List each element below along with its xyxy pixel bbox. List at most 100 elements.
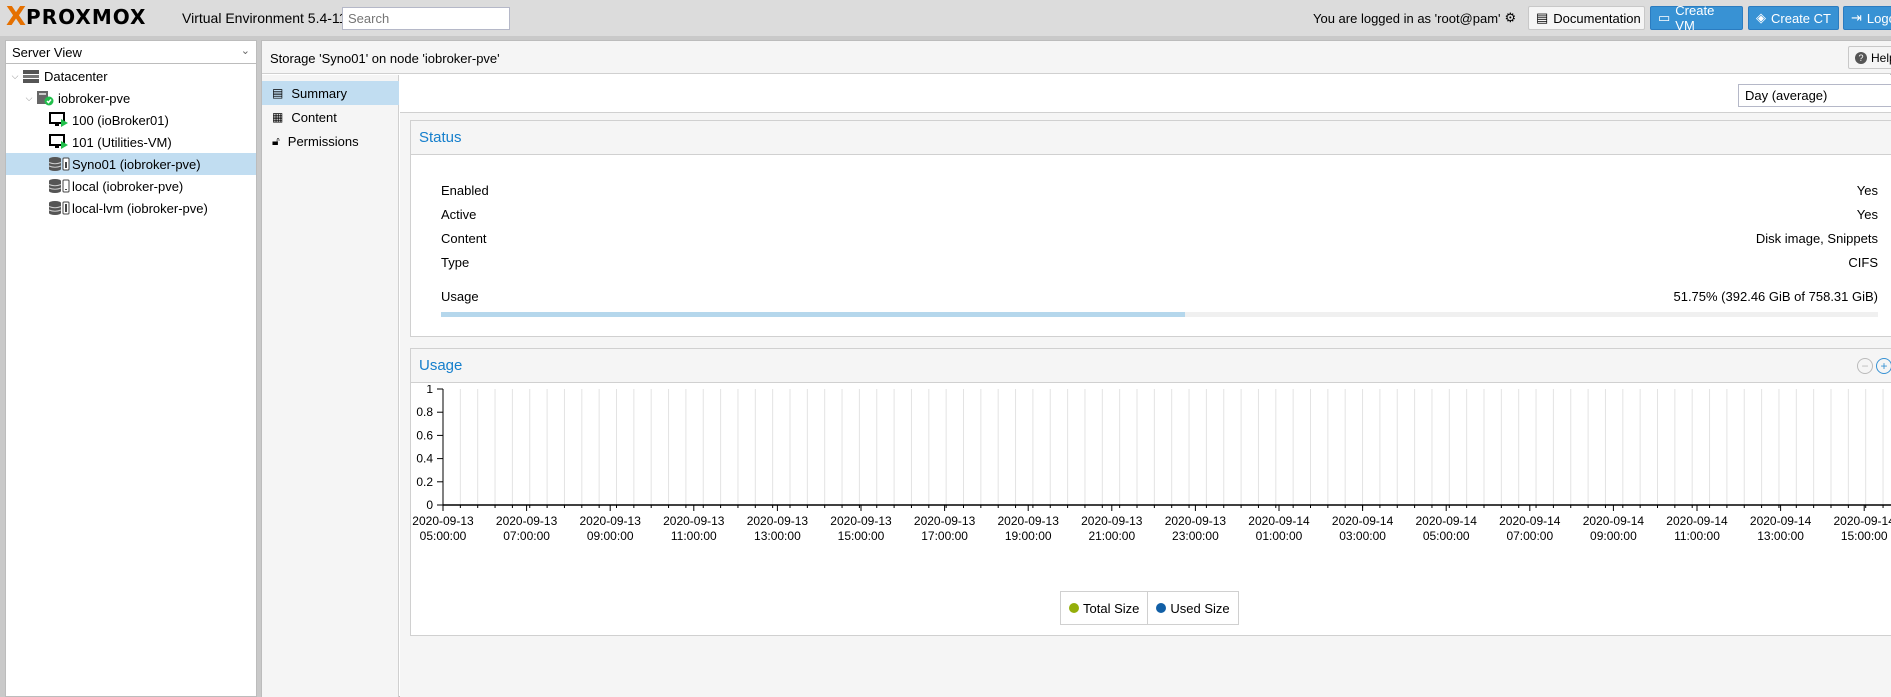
x-tick-label-time: 21:00:00: [1088, 529, 1135, 543]
timeframe-select[interactable]: Day (average): [1738, 84, 1891, 107]
vm-running-icon: [48, 134, 70, 150]
proxmox-logo-text: PROXMOX: [26, 5, 147, 29]
datacenter-icon: [20, 68, 42, 84]
tree-item-storage-syno01[interactable]: Syno01 (iobroker-pve): [6, 153, 256, 175]
tree-item-label: iobroker-pve: [58, 90, 131, 106]
x-tick-label-date: 2020-09-14: [1834, 514, 1891, 528]
collapse-icon[interactable]: ⌵: [24, 93, 34, 104]
create-vm-label: Create VM: [1675, 3, 1715, 33]
tab-summary[interactable]: ▤ Summary: [262, 81, 399, 105]
tree-item-storage-local-lvm[interactable]: local-lvm (iobroker-pve): [6, 197, 256, 219]
tree-item-label: 101 (Utilities-VM): [72, 134, 172, 150]
status-value: Yes: [1856, 207, 1878, 222]
y-tick-label: 0.8: [416, 405, 433, 419]
x-tick-label-time: 15:00:00: [1841, 529, 1888, 543]
usage-value: 51.75% (392.46 GiB of 758.31 GiB): [1673, 289, 1878, 304]
usage-panel-title: Usage: [411, 349, 1891, 383]
status-row-enabled: Enabled Yes: [441, 183, 1878, 198]
proxmox-x-icon: X: [6, 2, 27, 32]
x-tick-label-date: 2020-09-14: [1666, 514, 1728, 528]
chevron-down-icon[interactable]: ⌄: [241, 44, 250, 57]
x-tick-label-time: 13:00:00: [754, 529, 801, 543]
status-row-active: Active Yes: [441, 207, 1878, 222]
summary-toolbar: Day (average): [400, 75, 1891, 113]
legend-label: Total Size: [1083, 600, 1140, 616]
status-label: Type: [441, 255, 470, 270]
tree-item-label: local (iobroker-pve): [72, 178, 184, 194]
summary-content: Day (average) Status Enabled Yes Active …: [400, 75, 1891, 697]
x-tick-label-date: 2020-09-13: [580, 514, 642, 528]
resource-tree: Server View ⌄ ⌵ Datacenter ⌵ iobroker-pv…: [5, 40, 257, 697]
desktop-icon: ▭: [1658, 10, 1671, 25]
view-selector[interactable]: Server View ⌄: [6, 41, 256, 64]
top-bar: X PROXMOX Virtual Environment 5.4-11 You…: [0, 0, 1891, 36]
zoom-out-icon[interactable]: −: [1857, 358, 1873, 374]
tree-item-label: 100 (ioBroker01): [72, 112, 169, 128]
book-icon: ▤: [1536, 10, 1549, 25]
legend-item-used-size[interactable]: Used Size: [1147, 592, 1237, 624]
create-ct-button[interactable]: ◈ Create CT: [1748, 6, 1839, 30]
x-tick-label-date: 2020-09-13: [1165, 514, 1227, 528]
collapse-icon[interactable]: ⌵: [10, 71, 20, 82]
login-text: You are logged in as 'root@pam': [1313, 10, 1501, 26]
x-tick-label-time: 03:00:00: [1339, 529, 1386, 543]
y-tick-label: 0.6: [416, 428, 433, 442]
x-tick-label-time: 11:00:00: [1674, 529, 1720, 543]
tree-item-datacenter[interactable]: ⌵ Datacenter: [6, 65, 256, 87]
x-tick-label-time: 01:00:00: [1256, 529, 1303, 543]
main-header: Storage 'Syno01' on node 'iobroker-pve' …: [262, 41, 1891, 74]
create-ct-label: Create CT: [1771, 10, 1831, 26]
version-label: Virtual Environment 5.4-11: [182, 10, 347, 26]
status-row-usage: Usage 51.75% (392.46 GiB of 758.31 GiB): [441, 289, 1878, 304]
status-value: Disk image, Snippets: [1755, 231, 1878, 246]
status-value: Yes: [1856, 183, 1878, 198]
storage-icon: [48, 178, 70, 194]
view-selector-value: Server View: [12, 44, 82, 60]
login-info[interactable]: You are logged in as 'root@pam' ⚙: [1313, 10, 1516, 26]
status-label: Enabled: [441, 183, 489, 198]
x-tick-label-time: 15:00:00: [838, 529, 885, 543]
zoom-reset-icon[interactable]: +: [1876, 358, 1891, 374]
search-input[interactable]: [342, 7, 510, 30]
usage-progress-bar: [441, 312, 1878, 317]
x-tick-label-time: 09:00:00: [587, 529, 634, 543]
help-button[interactable]: ? Help: [1848, 46, 1891, 69]
node-icon: [34, 90, 56, 106]
chart-legend: Total Size Used Size: [1060, 591, 1239, 625]
x-tick-label-date: 2020-09-14: [1750, 514, 1812, 528]
grid-icon: ▦: [272, 110, 284, 124]
documentation-button[interactable]: ▤ Documentation: [1528, 6, 1645, 30]
tree-item-vm-101[interactable]: 101 (Utilities-VM): [6, 131, 256, 153]
x-tick-label-date: 2020-09-13: [663, 514, 725, 528]
status-panel: Status Enabled Yes Active Yes Content Di…: [410, 120, 1891, 337]
legend-item-total-size[interactable]: Total Size: [1061, 592, 1147, 624]
tab-content[interactable]: ▦ Content: [262, 105, 399, 129]
help-label: Help: [1871, 50, 1891, 65]
y-tick-label: 0.4: [416, 452, 433, 466]
x-tick-label-time: 23:00:00: [1172, 529, 1219, 543]
tree-item-storage-local[interactable]: local (iobroker-pve): [6, 175, 256, 197]
x-tick-label-time: 19:00:00: [1005, 529, 1052, 543]
create-vm-button[interactable]: ▭ Create VM: [1650, 3, 1743, 33]
gear-icon[interactable]: ⚙: [1505, 10, 1517, 26]
x-tick-label-time: 05:00:00: [1423, 529, 1470, 543]
status-row-type: Type CIFS: [441, 255, 1878, 270]
x-tick-label-time: 05:00:00: [420, 529, 467, 543]
tree-item-vm-100[interactable]: 100 (ioBroker01): [6, 109, 256, 131]
y-tick-label: 0.2: [416, 475, 433, 489]
logout-button[interactable]: ⇥ Logout: [1843, 6, 1891, 30]
legend-dot-used: [1156, 603, 1167, 613]
tab-label: Permissions: [287, 133, 359, 149]
proxmox-logo[interactable]: X PROXMOX: [6, 2, 147, 32]
cube-icon: ◈: [1756, 10, 1766, 25]
vm-running-icon: [48, 112, 70, 128]
tree-item-node[interactable]: ⌵ iobroker-pve: [6, 87, 256, 109]
logout-label: Logout: [1866, 10, 1891, 26]
book-icon: ▤: [272, 86, 284, 100]
tab-label: Summary: [291, 85, 347, 101]
x-tick-label-time: 17:00:00: [921, 529, 968, 543]
tab-permissions[interactable]: 🔓︎ Permissions: [262, 129, 399, 153]
x-tick-label-date: 2020-09-13: [914, 514, 976, 528]
x-tick-label-time: 07:00:00: [1506, 529, 1553, 543]
tree-item-label: Syno01 (iobroker-pve): [72, 156, 201, 172]
